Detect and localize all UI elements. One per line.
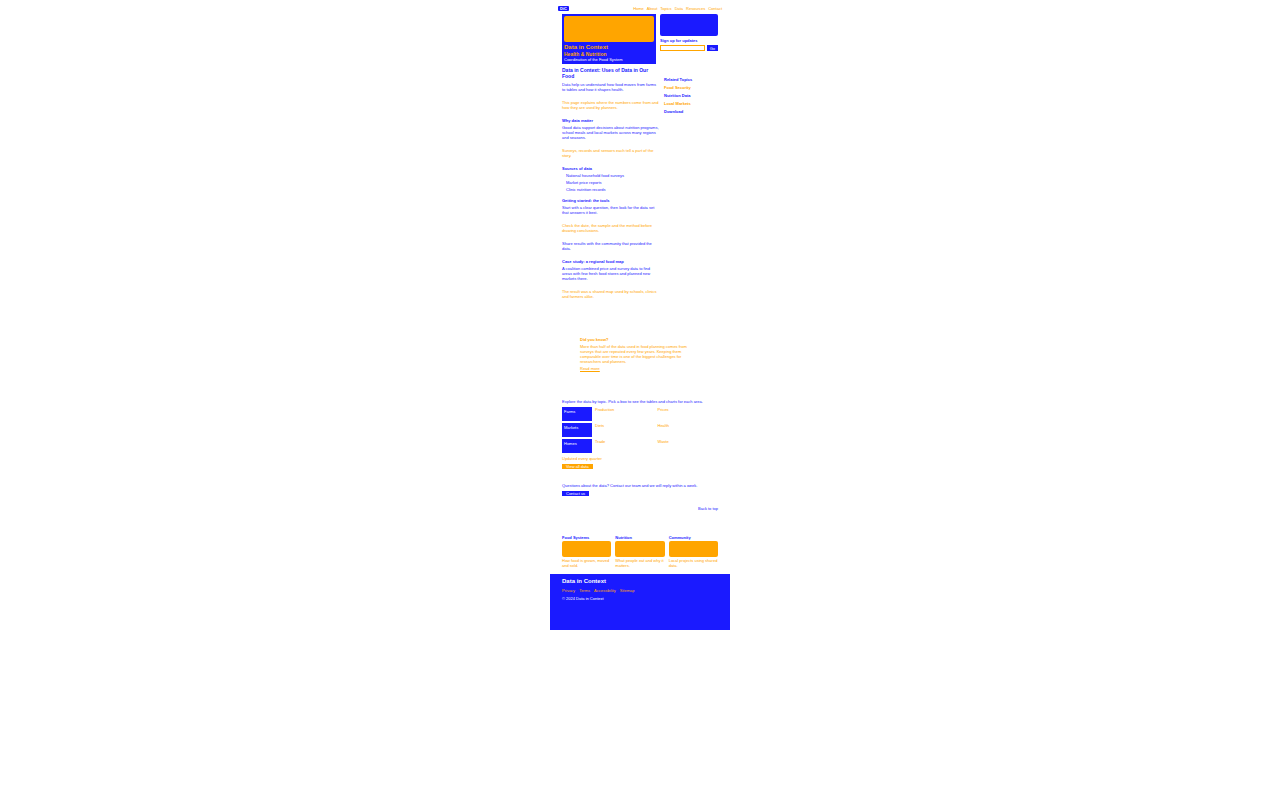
callout-text: More than half of the data used in food … <box>580 344 700 364</box>
article-p: This page explains where the numbers com… <box>562 100 660 110</box>
card-text: How food is grown, moved and sold. <box>562 558 611 568</box>
card-image <box>615 541 664 557</box>
page: DiC HomeAboutTopics DataResourcesContact Da… <box>550 0 730 630</box>
footer-link[interactable]: Terms <box>579 588 590 593</box>
signup-input[interactable] <box>660 45 705 51</box>
cards: Food Systems How food is grown, moved and… <box>550 535 730 568</box>
article-p: Surveys, records and sensors each tell a… <box>562 148 660 158</box>
article-h: Getting started: the tools <box>562 198 660 203</box>
footer: Data in Context Privacy Terms Accessibility… <box>550 574 730 630</box>
callout-title: Did you know? <box>580 337 700 342</box>
sidebar: Related Topics Food Security Nutrition Dat… <box>664 67 718 307</box>
back-to-top[interactable]: Back to top <box>562 506 718 511</box>
site-title: Data in Context <box>564 44 654 51</box>
contact: Questions about the data? Contact our te… <box>550 483 730 511</box>
explore-link[interactable]: Production <box>595 407 656 421</box>
explore-link[interactable]: Diets <box>595 423 656 437</box>
explore-row: FarmsMarketsHomesProductionPricesDietsHe… <box>562 407 718 453</box>
card-text: Local projects using shared data. <box>669 558 718 568</box>
explore-boxes: Farms Markets Homes <box>562 407 592 453</box>
sidebar-item[interactable]: Download <box>664 109 718 114</box>
side-panel <box>660 14 718 36</box>
nav-link[interactable]: Home <box>633 6 644 11</box>
contact-button[interactable]: Contact us <box>562 491 589 496</box>
signup-row: Go <box>660 45 718 51</box>
top-bar: DiC HomeAboutTopics DataResourcesContact <box>550 0 730 14</box>
sidebar-item[interactable]: Related Topics <box>664 77 718 82</box>
article-h: Why data matter <box>562 118 660 123</box>
contact-text: Questions about the data? Contact our te… <box>562 483 718 488</box>
footer-brand: Data in Context <box>562 578 718 585</box>
footer-link[interactable]: Accessibility <box>594 588 616 593</box>
article-li: Clinic nutrition records <box>562 187 660 192</box>
sidebar-item[interactable]: Food Security <box>664 85 718 90</box>
nav: HomeAboutTopics DataResourcesContact <box>633 6 722 11</box>
article-h: Case study: a regional food map <box>562 259 660 264</box>
nav-link[interactable]: Contact <box>708 6 722 11</box>
card[interactable]: Food Systems How food is grown, moved and… <box>562 535 611 568</box>
site-subtitle: Health & Nutrition <box>564 51 654 57</box>
article-p: Start with a clear question, then look f… <box>562 205 660 215</box>
article-p: Share results with the community that pr… <box>562 241 660 251</box>
copyright: © 2024 Data in Context <box>562 596 718 601</box>
card-text: What people eat and why it matters. <box>615 558 664 568</box>
article: Data in Context: Uses of Data in Our Foo… <box>562 67 660 307</box>
article-p: The result was a shared map used by scho… <box>562 289 660 299</box>
article-p: Data help us understand how food moves f… <box>562 82 660 92</box>
article-p: Good data support decisions about nutrit… <box>562 125 660 140</box>
explore-box[interactable]: Farms <box>562 407 592 421</box>
explore: Explore the data by topic. Pick a box to… <box>550 399 730 469</box>
article-li: Market price reports <box>562 180 660 185</box>
banner: Data in ContextHealth & NutritionCoordin… <box>562 14 656 64</box>
callout: Did you know? More than half of the data … <box>580 337 700 371</box>
article-p: Check the date, the sample and the metho… <box>562 223 660 233</box>
logo[interactable]: DiC <box>558 6 569 11</box>
card[interactable]: Community Local projects using shared dat… <box>669 535 718 568</box>
footer-link[interactable]: Sitemap <box>620 588 635 593</box>
explore-link[interactable]: Waste <box>658 439 719 453</box>
article-p: A coalition combined price and survey da… <box>562 266 660 281</box>
card-image <box>562 541 611 557</box>
nav-link[interactable]: Resources <box>686 6 705 11</box>
header-side: Sign up for updates Go <box>660 14 718 64</box>
header: Data in ContextHealth & NutritionCoordin… <box>550 14 730 64</box>
card-title: Community <box>669 535 718 540</box>
nav-link[interactable]: Data <box>675 6 683 11</box>
article-title: Data in Context: Uses of Data in Our Foo… <box>562 67 660 79</box>
explore-intro: Explore the data by topic. Pick a box to… <box>562 399 718 404</box>
signup-button[interactable]: Go <box>707 45 718 51</box>
footer-link[interactable]: Privacy <box>562 588 575 593</box>
explore-box[interactable]: Homes <box>562 439 592 453</box>
site-strap: Coordination of the Food System <box>564 57 654 62</box>
explore-button[interactable]: View all data <box>562 464 593 469</box>
explore-link[interactable]: Prices <box>658 407 719 421</box>
footer-links: Privacy Terms Accessibility Sitemap <box>562 588 718 593</box>
banner-image <box>564 16 654 42</box>
sidebar-item[interactable]: Local Markets <box>664 101 718 106</box>
explore-links: ProductionPricesDietsHealthTradeWaste <box>595 407 718 453</box>
callout-more[interactable]: Read more <box>580 366 700 371</box>
article-h: Sources of data <box>562 166 660 171</box>
content: Data in Context: Uses of Data in Our Foo… <box>550 67 730 307</box>
card[interactable]: Nutrition What people eat and why it matt… <box>615 535 664 568</box>
explore-note: Updated every quarter <box>562 456 718 461</box>
nav-link[interactable]: About <box>647 6 657 11</box>
card-image <box>669 541 718 557</box>
article-li: National household food surveys <box>562 173 660 178</box>
card-title: Food Systems <box>562 535 611 540</box>
sidebar-item[interactable]: Nutrition Data <box>664 93 718 98</box>
explore-link[interactable]: Health <box>658 423 719 437</box>
card-title: Nutrition <box>615 535 664 540</box>
signup-label: Sign up for updates <box>660 38 718 43</box>
explore-box[interactable]: Markets <box>562 423 592 437</box>
explore-link[interactable]: Trade <box>595 439 656 453</box>
nav-link[interactable]: Topics <box>660 6 671 11</box>
